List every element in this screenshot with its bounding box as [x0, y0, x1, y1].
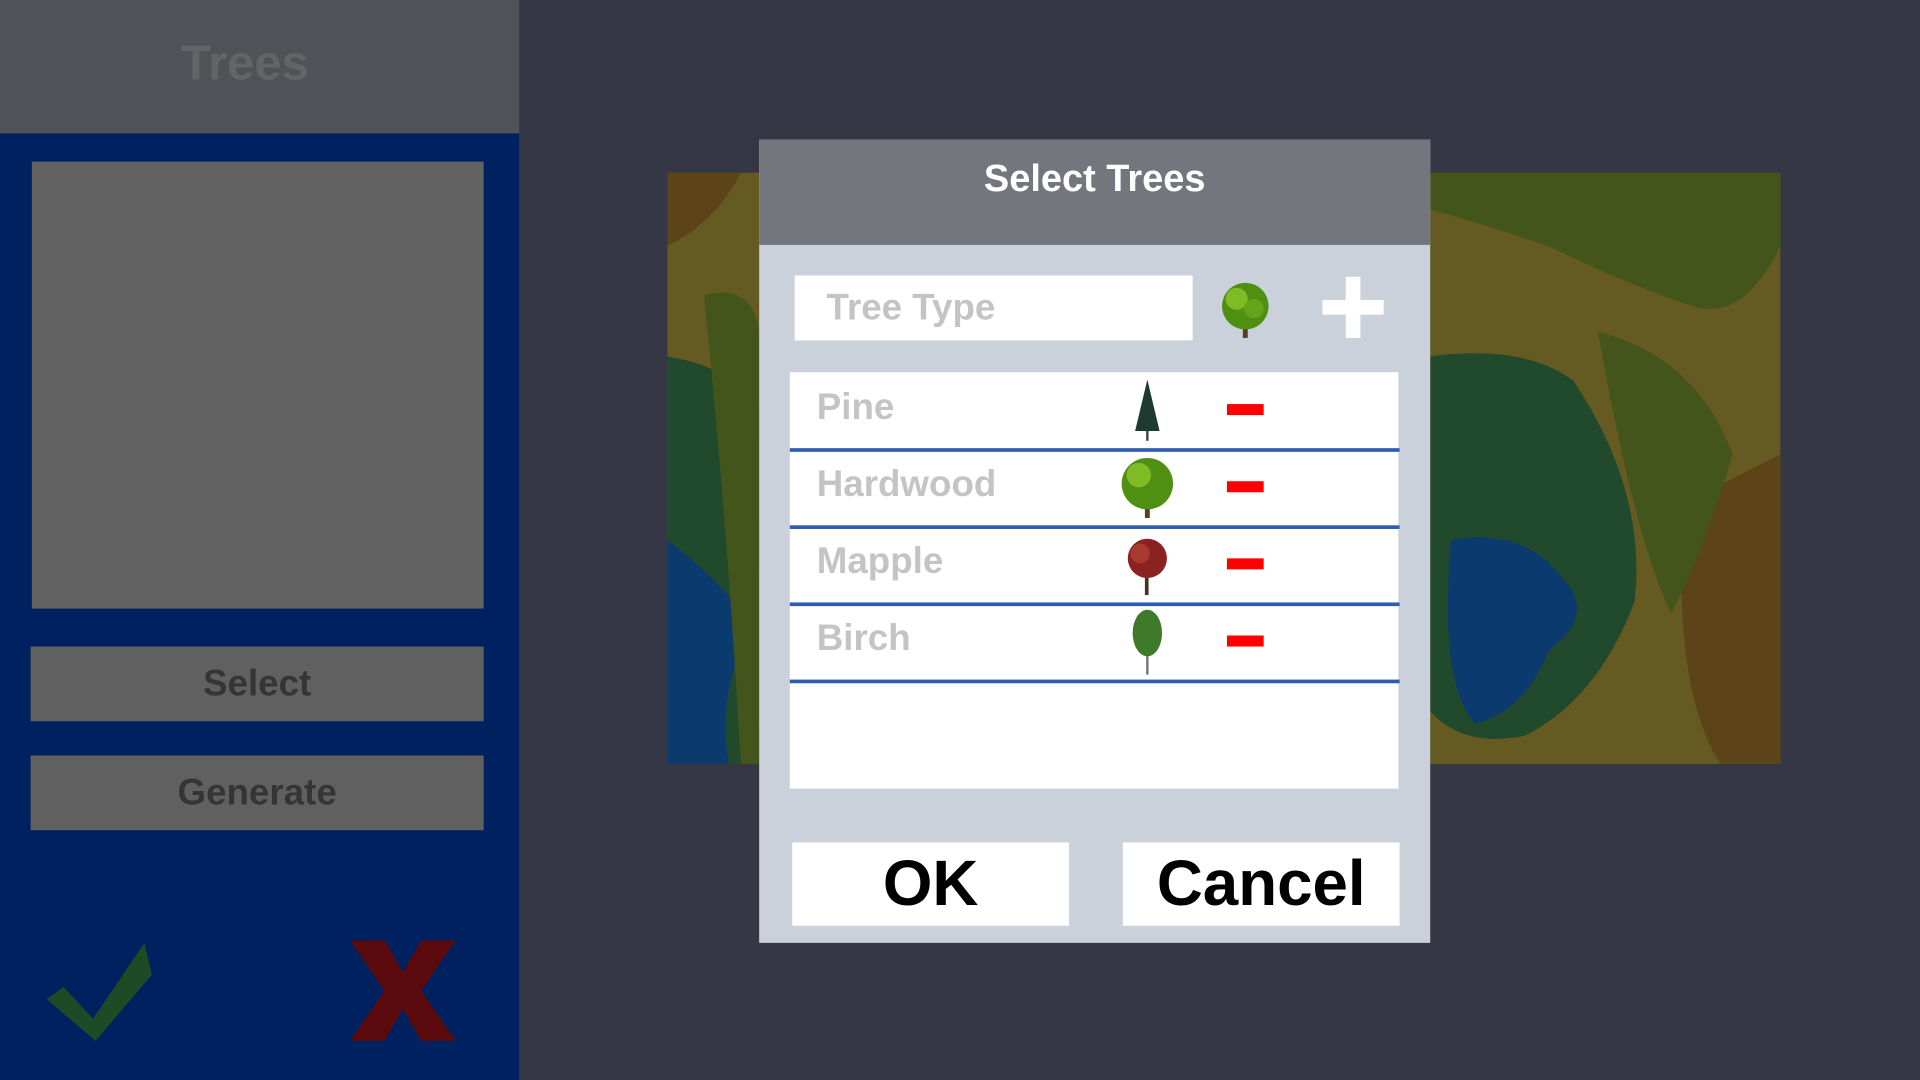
x-icon[interactable]	[348, 940, 458, 1041]
remove-button[interactable]	[1226, 481, 1264, 493]
sidebar-header: Trees	[0, 0, 520, 134]
remove-button[interactable]	[1226, 558, 1264, 570]
list-item[interactable]: Pine	[789, 372, 1400, 452]
remove-button[interactable]	[1226, 404, 1264, 416]
item-label: Birch	[816, 618, 911, 659]
pine-tree-icon	[1135, 379, 1160, 441]
birch-tree-icon	[1132, 609, 1163, 675]
plus-icon[interactable]	[1320, 274, 1386, 340]
tree-type-input[interactable]	[794, 275, 1193, 341]
hardwood-tree-icon	[1121, 457, 1174, 518]
list-item[interactable]: Mapple	[789, 527, 1400, 607]
preview-panel	[31, 161, 484, 609]
remove-button[interactable]	[1226, 635, 1264, 647]
app-window: Trees Select Generate Select Trees Tree …	[0, 0, 1920, 1080]
generate-button[interactable]: Generate	[30, 755, 484, 831]
tree-list: Pine Hardwood Mapple Birch	[789, 372, 1400, 789]
maple-tree-icon	[1127, 538, 1167, 596]
dialog-header: Select Trees	[759, 139, 1431, 245]
hardwood-tree-icon[interactable]	[1217, 279, 1273, 340]
cancel-button[interactable]: Cancel	[1122, 842, 1400, 926]
sidebar: Trees Select Generate	[0, 0, 520, 1080]
select-button[interactable]: Select	[30, 646, 484, 722]
dialog-title: Select Trees	[983, 156, 1206, 200]
item-label: Mapple	[816, 541, 944, 582]
item-label: Pine	[816, 386, 895, 428]
item-label: Hardwood	[816, 464, 997, 505]
list-item[interactable]: Birch	[789, 604, 1400, 684]
select-trees-dialog: Select Trees Pine Hardwood Mapple	[759, 139, 1431, 943]
list-item[interactable]: Hardwood	[789, 449, 1400, 529]
checkmark-icon[interactable]	[46, 938, 157, 1043]
ok-button[interactable]: OK	[792, 842, 1069, 926]
sidebar-title: Trees	[180, 36, 309, 91]
